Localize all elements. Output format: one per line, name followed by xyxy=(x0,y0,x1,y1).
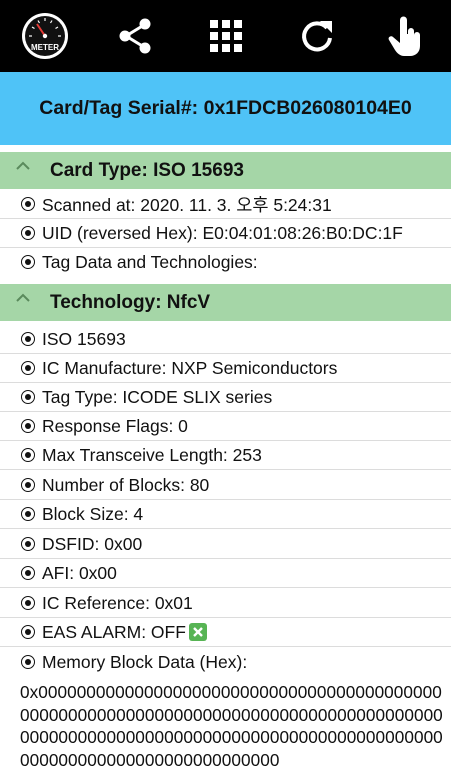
list-item: Response Flags: 0 xyxy=(0,412,451,441)
grid-icon xyxy=(210,20,242,52)
share-button[interactable] xyxy=(107,8,163,64)
radio-bullet-icon xyxy=(21,361,35,375)
radio-bullet-icon xyxy=(21,655,35,669)
list-item: Tag Type: ICODE SLIX series xyxy=(0,383,451,412)
radio-bullet-icon xyxy=(21,596,35,610)
checkbox-x-icon xyxy=(188,622,207,641)
list-item: DSFID: 0x00 xyxy=(0,530,451,559)
list-item: Scanned at: 2020. 11. 3. 오후 5:24:31 xyxy=(0,190,451,219)
list-item: Memory Block Data (Hex): xyxy=(0,648,451,677)
radio-bullet-icon xyxy=(21,332,35,346)
list-item: IC Manufacture: NXP Semiconductors xyxy=(0,354,451,383)
touch-button[interactable] xyxy=(378,8,434,64)
memory-hex-data: 0x00000000000000000000000000000000000000… xyxy=(20,682,443,770)
card-serial-banner: Card/Tag Serial#: 0x1FDCB026080104E0 xyxy=(0,72,451,145)
refresh-icon xyxy=(302,21,332,52)
refresh-button[interactable] xyxy=(289,8,345,64)
radio-bullet-icon xyxy=(21,419,35,433)
radio-bullet-icon xyxy=(21,507,35,521)
list-item: UID (reversed Hex): E0:04:01:08:26:B0:DC… xyxy=(0,219,451,248)
grid-button[interactable] xyxy=(198,8,254,64)
meter-label: METER xyxy=(31,43,59,52)
card-type-title: Card Type: ISO 15693 xyxy=(50,159,244,181)
radio-bullet-icon xyxy=(21,448,35,462)
share-icon xyxy=(119,18,151,54)
meter-button[interactable]: METER xyxy=(17,8,73,64)
list-item: EAS ALARM: OFF xyxy=(0,618,451,647)
list-item: Tag Data and Technologies: xyxy=(0,248,451,277)
radio-bullet-icon xyxy=(21,537,35,551)
list-item: Max Transceive Length: 253 xyxy=(0,441,451,470)
list-item: AFI: 0x00 xyxy=(0,559,451,588)
radio-bullet-icon xyxy=(21,197,35,211)
list-item: Block Size: 4 xyxy=(0,500,451,529)
radio-bullet-icon xyxy=(21,478,35,492)
technology-title: Technology: NfcV xyxy=(50,291,211,313)
radio-bullet-icon xyxy=(21,226,35,240)
technology-header[interactable]: Technology: NfcV xyxy=(0,284,451,321)
list-item: ISO 15693 xyxy=(0,325,451,354)
radio-bullet-icon xyxy=(21,625,35,639)
radio-bullet-icon xyxy=(21,255,35,269)
chevron-up-icon xyxy=(16,293,30,302)
meter-icon: METER xyxy=(22,13,68,59)
card-type-header[interactable]: Card Type: ISO 15693 xyxy=(0,152,451,189)
card-serial-text: Card/Tag Serial#: 0x1FDCB026080104E0 xyxy=(39,97,412,119)
radio-bullet-icon xyxy=(21,390,35,404)
list-item: Number of Blocks: 80 xyxy=(0,471,451,500)
list-item: IC Reference: 0x01 xyxy=(0,589,451,618)
top-toolbar: METER xyxy=(0,0,451,72)
radio-bullet-icon xyxy=(21,566,35,580)
chevron-up-icon xyxy=(16,161,30,170)
eas-alarm-text: EAS ALARM: OFF xyxy=(42,621,186,642)
touch-icon xyxy=(388,16,420,56)
